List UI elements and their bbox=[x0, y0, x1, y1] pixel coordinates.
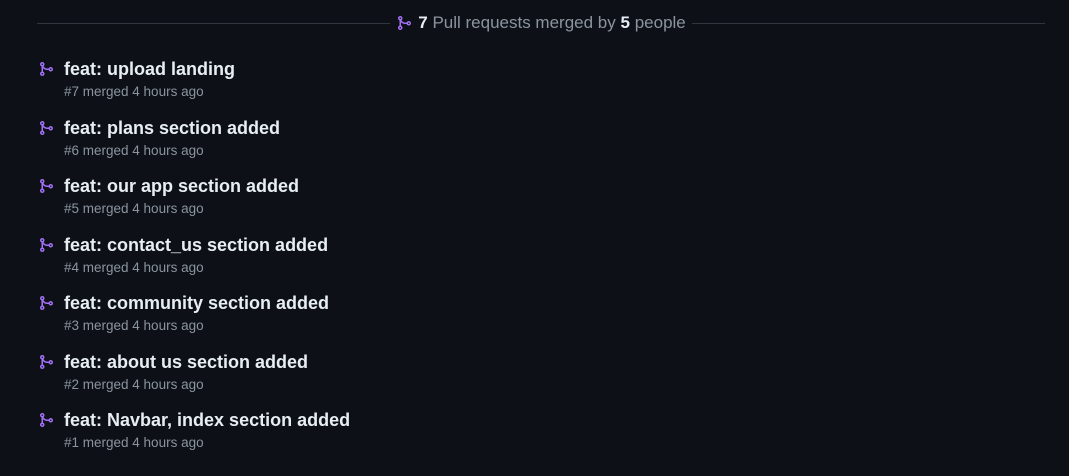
pr-merged-meta: #1 merged 4 hours ago bbox=[64, 435, 204, 450]
pr-title-link[interactable]: feat: upload landing bbox=[64, 58, 350, 80]
pr-merged-meta: #4 merged 4 hours ago bbox=[64, 259, 204, 275]
pr-list-item: feat: upload landing #7 merged 4 hours a… bbox=[38, 58, 350, 117]
git-merge-icon bbox=[38, 354, 54, 370]
summary-middle-text: Pull requests merged by bbox=[432, 13, 616, 32]
summary-end-text: people bbox=[634, 13, 686, 32]
git-merge-icon bbox=[38, 295, 54, 311]
pr-list-item: feat: community section added #3 merged … bbox=[38, 292, 350, 351]
pr-title-link[interactable]: feat: Navbar, index section added bbox=[64, 409, 350, 431]
pr-count: 7 bbox=[418, 13, 428, 32]
pr-list-item: feat: about us section added #2 merged 4… bbox=[38, 351, 350, 410]
pr-list-item: feat: contact_us section added #4 merged… bbox=[38, 234, 350, 293]
pr-merged-meta: #5 merged 4 hours ago bbox=[64, 201, 204, 216]
git-merge-icon bbox=[38, 61, 54, 77]
pr-merged-meta: #3 merged 4 hours ago bbox=[64, 318, 204, 333]
divider-right bbox=[691, 22, 1045, 24]
summary-text: 7 Pull requests merged by 5 people bbox=[390, 13, 692, 33]
git-merge-icon bbox=[38, 412, 54, 428]
people-count: 5 bbox=[620, 13, 630, 32]
pr-merged-meta: #7 merged 4 hours ago bbox=[64, 84, 204, 99]
git-merge-icon bbox=[396, 15, 412, 31]
git-merge-icon bbox=[38, 237, 54, 253]
pr-title-link[interactable]: feat: plans section added bbox=[64, 117, 350, 139]
pr-list-item: feat: Navbar, index section added #1 mer… bbox=[38, 409, 350, 468]
pr-title-link[interactable]: feat: our app section added bbox=[64, 175, 350, 197]
merged-pr-list: feat: upload landing #7 merged 4 hours a… bbox=[38, 58, 350, 468]
divider-left bbox=[37, 22, 391, 24]
pr-merged-meta: #6 merged 4 hours ago bbox=[64, 142, 204, 158]
git-merge-icon bbox=[38, 120, 54, 136]
pr-list-item: feat: plans section added #6 merged 4 ho… bbox=[38, 117, 350, 176]
pr-title-link[interactable]: feat: about us section added bbox=[64, 351, 350, 373]
pr-title-link[interactable]: feat: contact_us section added bbox=[64, 234, 350, 256]
pr-merged-meta: #2 merged 4 hours ago bbox=[64, 376, 204, 392]
merged-summary-header: 7 Pull requests merged by 5 people bbox=[37, 10, 1045, 36]
git-merge-icon bbox=[38, 178, 54, 194]
pr-title-link[interactable]: feat: community section added bbox=[64, 292, 350, 314]
pr-list-item: feat: our app section added #5 merged 4 … bbox=[38, 175, 350, 234]
